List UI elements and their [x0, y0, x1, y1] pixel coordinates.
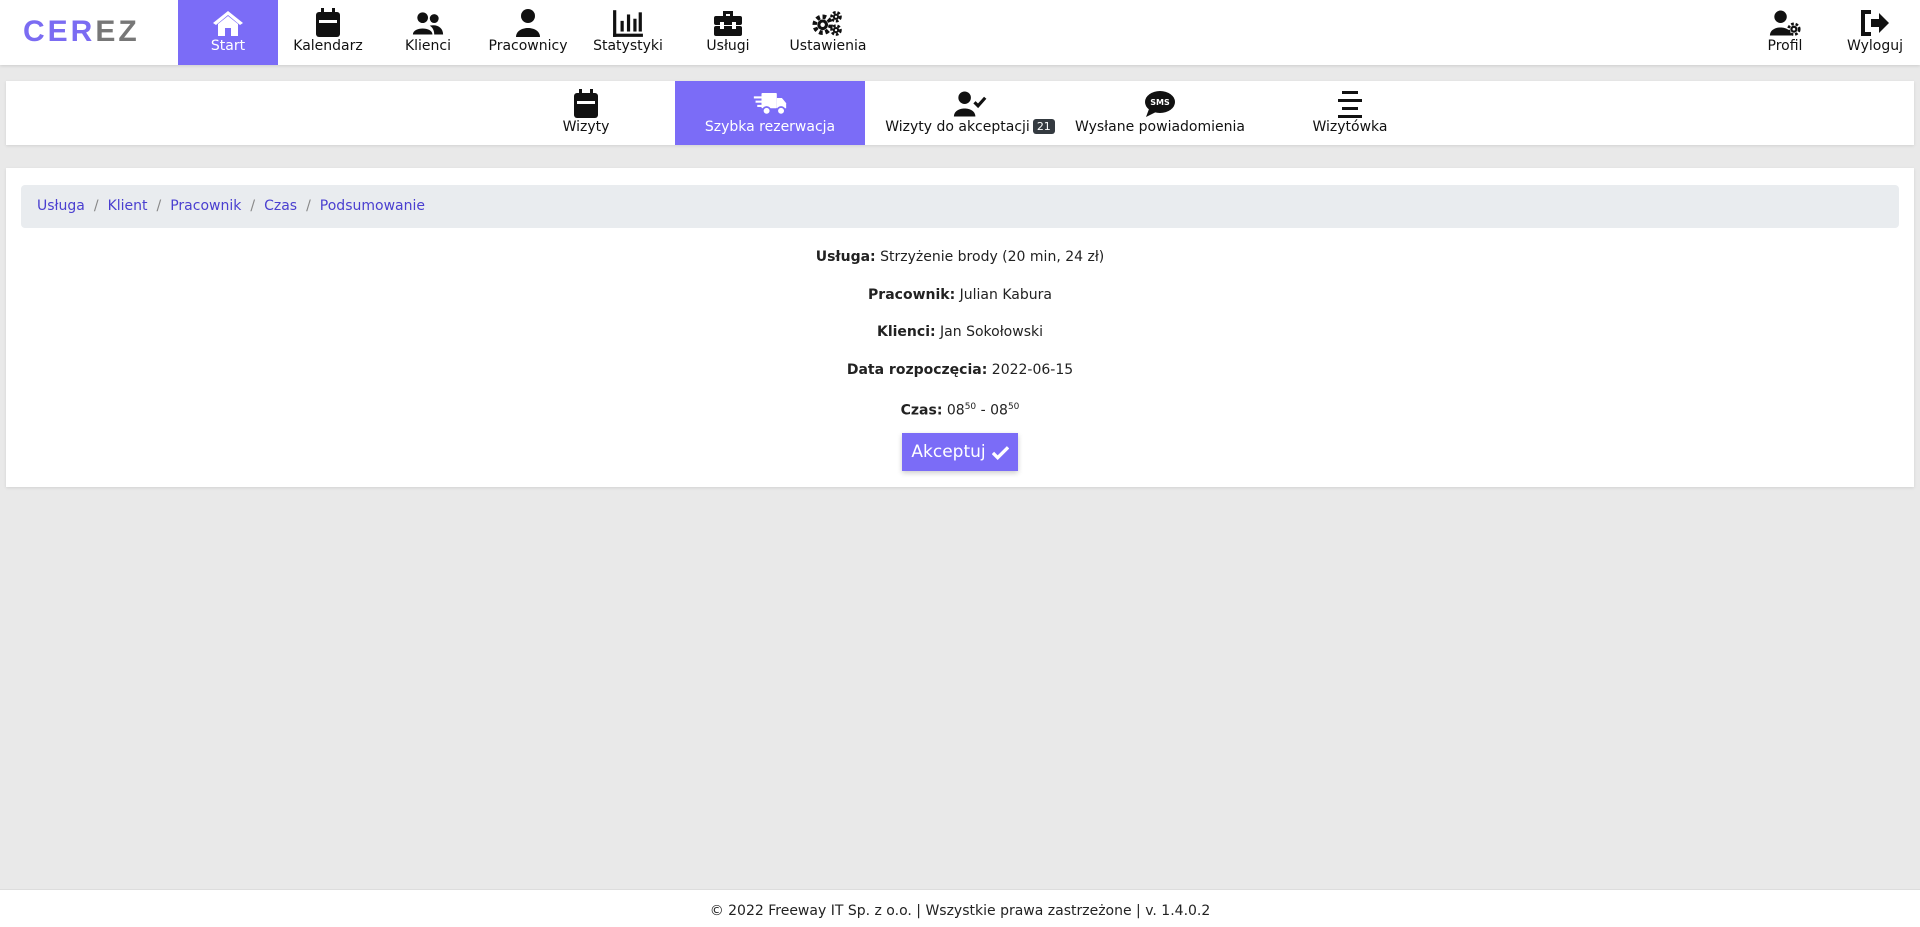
tab-wyslane-powiadomienia[interactable]: SMS Wysłane powiadomienia [1065, 81, 1255, 145]
tab-label: Wizyty [562, 119, 610, 135]
nav-item-label: Start [210, 38, 246, 54]
nav-item-uslugi[interactable]: Usługi [678, 0, 778, 65]
nav-item-label: Ustawienia [789, 38, 867, 54]
shipping-fast-icon [753, 92, 787, 116]
breadcrumb-separator: / [93, 198, 99, 214]
breadcrumb-separator: / [156, 198, 162, 214]
summary-client: Klienci: Jan Sokołowski [876, 324, 1043, 340]
breadcrumb-separator: / [306, 198, 311, 214]
nav-item-ustawienia[interactable]: Ustawienia [778, 0, 878, 65]
svg-text:SMS: SMS [1150, 98, 1170, 107]
bar-chart-icon [613, 10, 643, 37]
nav-item-label: Usługi [706, 38, 750, 54]
logo[interactable]: CEREZ [23, 17, 140, 47]
tab-szybka-rezerwacja[interactable]: Szybka rezerwacja [675, 81, 865, 145]
summary-employee: Pracownik: Julian Kabura [868, 286, 1052, 303]
summary-start-date: Data rozpoczęcia: 2022-06-15 [846, 361, 1074, 378]
breadcrumb: Usługa / Klient / Pracownik / Czas / Podsumowani… [21, 185, 1899, 228]
nav-item-start[interactable]: Start [178, 0, 278, 65]
calendar-icon [574, 89, 598, 118]
user-icon [516, 9, 540, 37]
tab-label: Wysłane powiadomienia [1075, 119, 1245, 135]
breadcrumb-item-pracownik[interactable]: Pracownik [170, 198, 241, 214]
tab-label: Wizytówka [1312, 119, 1388, 135]
calendar-icon [316, 8, 340, 37]
pending-count-badge: 21 [1032, 119, 1055, 134]
tab-wizytowka[interactable]: Wizytówka [1255, 81, 1445, 145]
footer-text: © 2022 Freeway IT Sp. z o.o. | Wszystkie… [709, 903, 1211, 919]
nav-item-statystyki[interactable]: Statystyki [578, 0, 678, 65]
user-check-icon [953, 91, 987, 117]
breadcrumb-item-usluga[interactable]: Usługa [37, 198, 85, 214]
breadcrumb-item-podsumowanie[interactable]: Podsumowanie [320, 198, 425, 214]
nav-item-label: Kalendarz [293, 38, 363, 54]
check-icon [991, 445, 1009, 460]
home-icon [213, 11, 243, 36]
user-gear-icon [1769, 10, 1801, 36]
breadcrumb-item-czas[interactable]: Czas [264, 198, 297, 214]
summary-service: Usługa: Strzyżenie brody (20 min, 24 zł) [815, 249, 1105, 265]
nav-item-wyloguj[interactable]: Wyloguj [1825, 0, 1920, 65]
sms-icon: SMS [1145, 91, 1175, 117]
nav-item-label: Wyloguj [1847, 38, 1903, 54]
accept-button[interactable]: Akceptuj [902, 433, 1018, 471]
top-navbar: CEREZ Start Kalendarz Klienci Pracownicy… [0, 0, 1920, 65]
accept-button-label: Akceptuj [911, 442, 986, 462]
nav-item-label: Statystyki [593, 38, 663, 54]
nav-item-label: Profil [1767, 38, 1803, 54]
nav-item-klienci[interactable]: Klienci [378, 0, 478, 65]
booking-summary: Usługa: Strzyżenie brody (20 min, 24 zł)… [6, 248, 1914, 436]
toolbox-icon [714, 11, 742, 36]
breadcrumb-separator: / [250, 198, 256, 214]
tab-label: Wizyty do akceptacji 21 [875, 119, 1065, 135]
footer: © 2022 Freeway IT Sp. z o.o. | Wszystkie… [0, 889, 1920, 927]
summary-card: Usługa / Klient / Pracownik / Czas / Podsumowani… [6, 168, 1914, 487]
users-icon [412, 12, 444, 35]
nav-item-pracownicy[interactable]: Pracownicy [478, 0, 578, 65]
align-center-icon [1338, 91, 1362, 118]
nav-item-label: Klienci [404, 38, 452, 54]
nav-item-label: Pracownicy [488, 38, 568, 54]
sign-out-icon [1861, 10, 1889, 36]
tab-wizyty[interactable]: Wizyty [506, 81, 666, 145]
tab-label: Szybka rezerwacja [704, 119, 836, 135]
gears-icon [812, 11, 842, 36]
tab-wizyty-do-akceptacji[interactable]: Wizyty do akceptacji 21 [875, 81, 1065, 145]
nav-item-profil[interactable]: Profil [1735, 0, 1835, 65]
nav-item-kalendarz[interactable]: Kalendarz [278, 0, 378, 65]
summary-time: Czas: 0850 - 0850 [900, 402, 1020, 419]
sub-navbar: Wizyty Szybka rezerwacja Wizyty do akcep… [6, 81, 1914, 145]
breadcrumb-item-klient[interactable]: Klient [108, 198, 148, 214]
